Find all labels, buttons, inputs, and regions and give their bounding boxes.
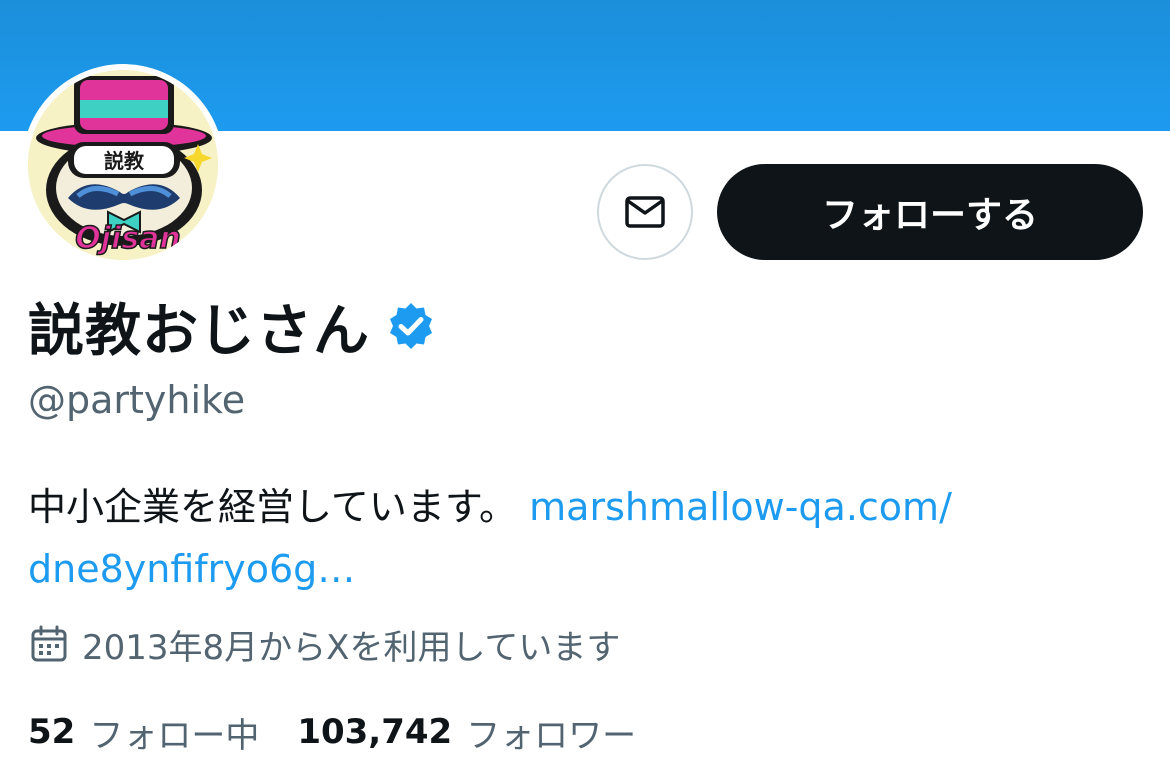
- profile-name-row: 説教おじさん: [28, 286, 436, 366]
- follow-button[interactable]: フォローする: [717, 164, 1143, 260]
- followers-link[interactable]: 103,742 フォロワー: [297, 708, 636, 757]
- message-button[interactable]: [597, 164, 693, 260]
- profile-bio: 中小企業を経営しています。 marshmallow-qa.com/ dne8yn…: [28, 476, 1138, 600]
- avatar-bottom-text: Ojisan: [75, 221, 181, 256]
- mail-icon: [625, 196, 665, 228]
- avatar-illustration: 説教 Ojisan: [28, 70, 218, 260]
- display-name: 説教おじさん: [28, 298, 370, 364]
- verified-badge-icon[interactable]: [386, 301, 436, 351]
- user-handle: @partyhike: [28, 378, 246, 422]
- followers-count: 103,742: [297, 712, 453, 752]
- following-label: フォロー中: [89, 715, 260, 756]
- avatar-top-text: 説教: [104, 149, 145, 173]
- bio-text: 中小企業を経営しています。: [28, 485, 518, 529]
- calendar-icon: [31, 625, 67, 662]
- following-link[interactable]: 52 フォロー中: [28, 708, 259, 757]
- join-date: 2013年8月からXを利用しています: [30, 618, 620, 670]
- followers-label: フォロワー: [466, 715, 637, 756]
- join-date-text: 2013年8月からXを利用しています: [82, 627, 621, 668]
- avatar-frame: 説教 Ojisan: [22, 64, 224, 266]
- avatar[interactable]: 説教 Ojisan: [28, 70, 218, 260]
- follow-stats: 52 フォロー中 103,742 フォロワー: [28, 704, 674, 760]
- following-count: 52: [28, 712, 76, 752]
